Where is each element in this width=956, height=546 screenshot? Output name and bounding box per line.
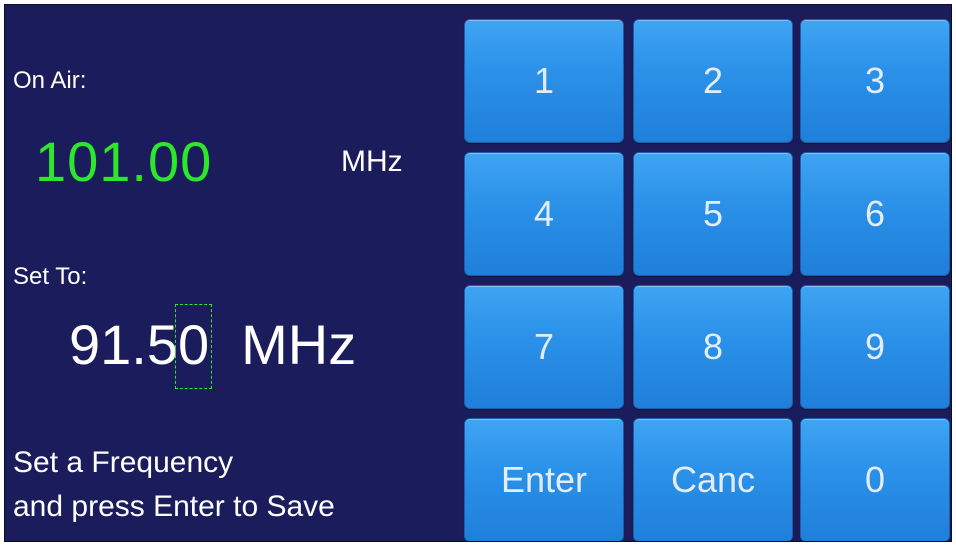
set-to-value: 91.5 [69,312,178,376]
key-1-button[interactable]: 1 [464,19,624,143]
key-0-button[interactable]: 0 [800,418,950,541]
key-8-button[interactable]: 8 [633,285,793,409]
set-to-frequency: 91.5 0 MHz [69,303,357,389]
instruction-line-2: and press Enter to Save [13,490,335,523]
enter-button[interactable]: Enter [464,418,624,541]
instruction-line-1: Set a Frequency [13,446,234,479]
cancel-button[interactable]: Canc [633,418,793,541]
key-5-button[interactable]: 5 [633,152,793,276]
set-to-unit: MHz [241,312,357,376]
frequency-panel: On Air: 101.00 MHz Set To: 91.5 0 MHz Set… [5,5,461,541]
on-air-frequency: 101.00 [35,130,213,193]
set-to-label: Set To: [13,263,88,290]
key-2-button[interactable]: 2 [633,19,793,143]
on-air-unit: MHz [341,145,403,178]
key-4-button[interactable]: 4 [464,152,624,276]
on-air-label: On Air: [13,67,87,94]
numeric-keypad: 1 2 3 4 5 6 7 8 9 Enter Canc 0 [464,19,950,541]
key-9-button[interactable]: 9 [800,285,950,409]
key-3-button[interactable]: 3 [800,19,950,143]
instruction-text: Set a Frequency and press Enter to Save [13,441,335,529]
key-7-button[interactable]: 7 [464,285,624,409]
radio-tuner-screen: On Air: 101.00 MHz Set To: 91.5 0 MHz Set… [4,4,952,542]
digit-cursor: 0 [174,303,213,389]
key-6-button[interactable]: 6 [800,152,950,276]
